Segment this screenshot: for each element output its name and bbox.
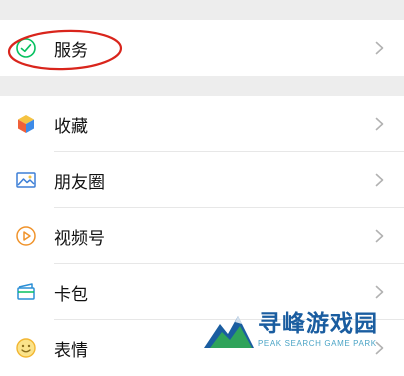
menu-item-moments[interactable]: 朋友圈	[0, 152, 404, 208]
mountain-logo-icon	[204, 316, 254, 348]
service-icon	[14, 36, 38, 60]
menu-item-label: 卡包	[54, 284, 88, 304]
section-spacer	[0, 76, 404, 96]
menu-item-label: 朋友圈	[54, 172, 105, 192]
menu-item-channels[interactable]: 视频号	[0, 208, 404, 264]
chevron-right-icon	[372, 173, 386, 187]
menu-item-label: 服务	[54, 40, 88, 60]
moments-icon	[14, 168, 38, 192]
chevron-right-icon	[372, 117, 386, 131]
menu-item-favorites[interactable]: 收藏	[0, 96, 404, 152]
chevron-right-icon	[372, 229, 386, 243]
menu-item-label: 视频号	[54, 228, 105, 248]
menu-item-label: 收藏	[54, 116, 88, 136]
top-spacer	[0, 0, 404, 20]
chevron-right-icon	[372, 41, 386, 55]
cards-icon	[14, 280, 38, 304]
watermark-subtitle: PEAK SEARCH GAME PARK	[258, 338, 377, 348]
watermark-title: 寻峰游戏园	[258, 310, 378, 337]
service-group: 服务	[0, 20, 404, 76]
channels-icon	[14, 224, 38, 248]
menu-item-service[interactable]: 服务	[0, 20, 404, 76]
favorites-icon	[14, 112, 38, 136]
stickers-icon	[14, 336, 38, 360]
watermark: 寻峰游戏园 PEAK SEARCH GAME PARK	[202, 306, 398, 354]
chevron-right-icon	[372, 285, 386, 299]
